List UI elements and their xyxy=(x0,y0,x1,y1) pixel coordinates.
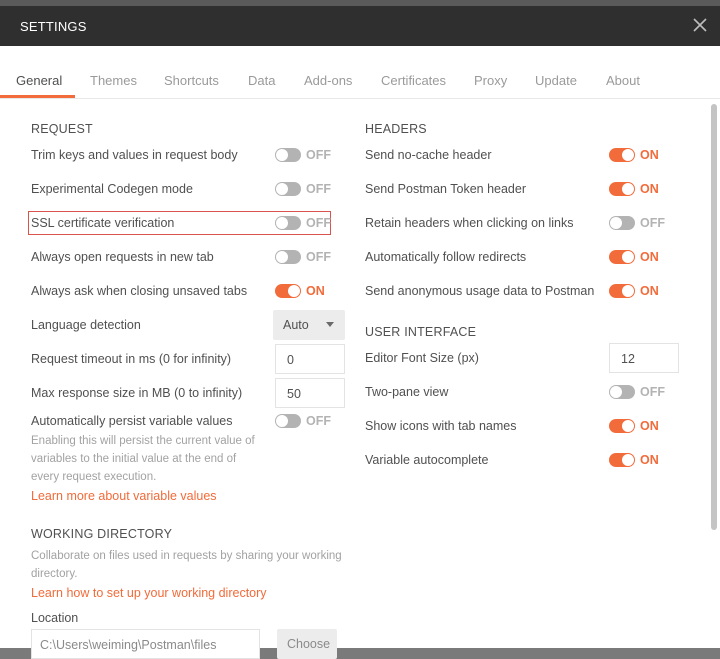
new-tab-toggle[interactable]: OFF xyxy=(275,249,335,265)
two-pane-label: Two-pane view xyxy=(365,385,449,399)
persist-toggle[interactable]: OFF xyxy=(275,413,335,429)
settings-window: SETTINGS General Themes Shortcuts Data A… xyxy=(0,0,720,659)
timeout-input[interactable]: 0 xyxy=(275,344,345,374)
tab-add-ons[interactable]: Add-ons xyxy=(304,73,352,88)
window-title: SETTINGS xyxy=(20,19,87,34)
postman-token-label: Send Postman Token header xyxy=(365,182,526,196)
working-directory-link[interactable]: Learn how to set up your working directo… xyxy=(31,586,267,600)
active-tab-indicator xyxy=(0,95,75,98)
codegen-toggle[interactable]: OFF xyxy=(275,181,335,197)
choose-button[interactable]: Choose xyxy=(277,629,337,659)
retain-headers-toggle[interactable]: OFF xyxy=(609,215,669,231)
title-bar: SETTINGS xyxy=(0,0,720,46)
tab-certificates[interactable]: Certificates xyxy=(381,73,446,88)
tab-about[interactable]: About xyxy=(606,73,640,88)
ssl-verification-toggle[interactable]: OFF xyxy=(275,215,335,231)
font-size-label: Editor Font Size (px) xyxy=(365,351,479,365)
location-label: Location xyxy=(31,611,79,625)
postman-token-toggle[interactable]: ON xyxy=(609,181,669,197)
persist-help-text: Enabling this will persist the current v… xyxy=(31,435,255,483)
follow-redirects-toggle[interactable]: ON xyxy=(609,249,669,265)
tab-general[interactable]: General xyxy=(16,73,62,88)
request-heading: REQUEST xyxy=(31,122,93,136)
new-tab-label: Always open requests in new tab xyxy=(31,250,214,264)
tab-themes[interactable]: Themes xyxy=(90,73,137,88)
scrollbar-thumb[interactable] xyxy=(711,104,717,530)
trim-keys-label: Trim keys and values in request body xyxy=(31,148,238,162)
language-detection-label: Language detection xyxy=(31,318,141,332)
chevron-down-icon xyxy=(326,322,334,327)
follow-redirects-label: Automatically follow redirects xyxy=(365,250,527,264)
language-detection-value: Auto xyxy=(283,318,309,332)
persist-label: Automatically persist variable values xyxy=(31,414,233,428)
font-size-input[interactable]: 12 xyxy=(609,343,679,373)
tab-update[interactable]: Update xyxy=(535,73,577,88)
tab-shortcuts[interactable]: Shortcuts xyxy=(164,73,219,88)
timeout-label: Request timeout in ms (0 for infinity) xyxy=(31,352,232,366)
tab-proxy[interactable]: Proxy xyxy=(474,73,507,88)
usage-data-label: Send anonymous usage data to Postman xyxy=(365,284,595,298)
close-icon[interactable] xyxy=(690,15,710,35)
usage-data-toggle[interactable]: ON xyxy=(609,283,669,299)
user-interface-heading: USER INTERFACE xyxy=(365,325,477,339)
trim-keys-toggle[interactable]: OFF xyxy=(275,147,335,163)
ssl-verification-label: SSL certificate verification xyxy=(31,216,175,230)
headers-heading: HEADERS xyxy=(365,122,427,136)
working-directory-help-text: Collaborate on files used in requests by… xyxy=(31,550,342,580)
max-size-label: Max response size in MB (0 to infinity) xyxy=(31,386,243,400)
settings-tabs: General Themes Shortcuts Data Add-ons Ce… xyxy=(0,46,720,99)
language-detection-select[interactable]: Auto xyxy=(273,310,345,340)
no-cache-toggle[interactable]: ON xyxy=(609,147,669,163)
autocomplete-label: Variable autocomplete xyxy=(365,453,489,467)
tab-icons-toggle[interactable]: ON xyxy=(609,418,669,434)
two-pane-toggle[interactable]: OFF xyxy=(609,384,669,400)
location-input[interactable]: C:\Users\weiming\Postman\files xyxy=(31,629,260,659)
retain-headers-label: Retain headers when clicking on links xyxy=(365,216,574,230)
max-size-input[interactable]: 50 xyxy=(275,378,345,408)
working-directory-heading: WORKING DIRECTORY xyxy=(31,527,173,541)
codegen-label: Experimental Codegen mode xyxy=(31,182,193,196)
tab-data[interactable]: Data xyxy=(248,73,275,88)
ask-close-label: Always ask when closing unsaved tabs xyxy=(31,284,248,298)
tab-icons-label: Show icons with tab names xyxy=(365,419,517,433)
ask-close-toggle[interactable]: ON xyxy=(275,283,335,299)
no-cache-label: Send no-cache header xyxy=(365,148,492,162)
autocomplete-toggle[interactable]: ON xyxy=(609,452,669,468)
persist-learn-more-link[interactable]: Learn more about variable values xyxy=(31,489,217,503)
